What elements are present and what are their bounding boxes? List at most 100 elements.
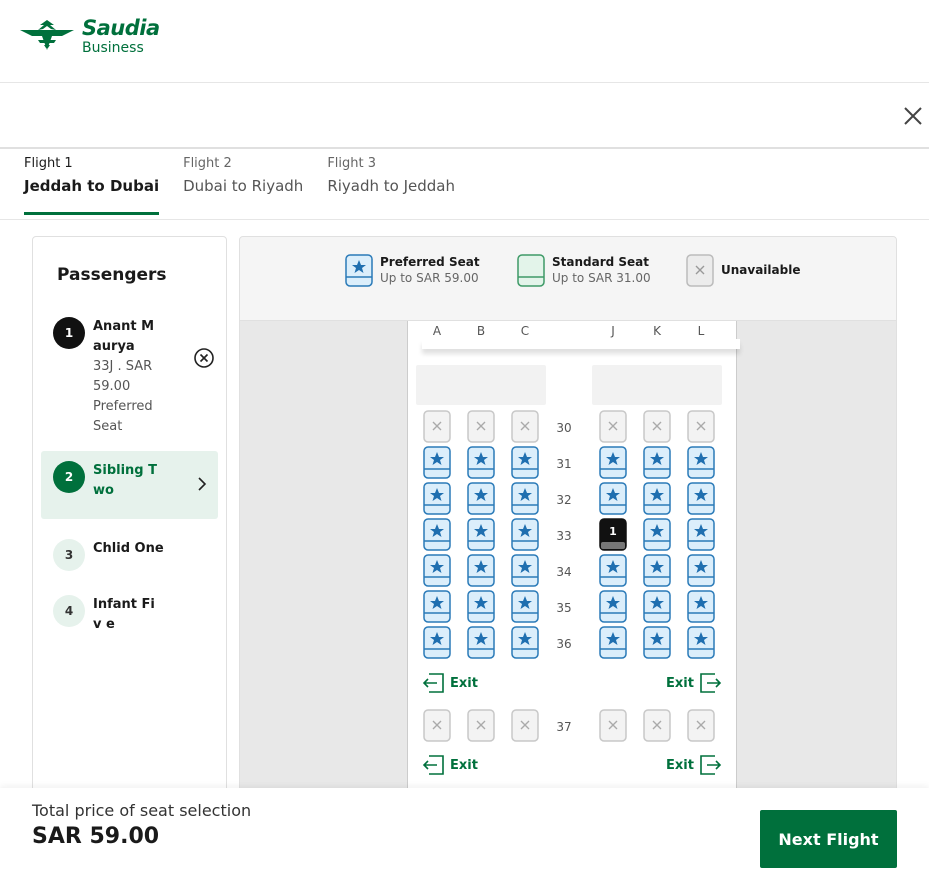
seat-32c[interactable] — [511, 482, 539, 515]
exit-left: Exit — [422, 755, 484, 775]
total-price-value: SAR 59.00 — [32, 824, 160, 849]
passengers-title: Passengers — [57, 265, 167, 285]
passenger-number-badge: 2 — [53, 461, 85, 493]
tab-flight-number: Flight 2 — [183, 156, 232, 171]
tab-flight-1[interactable]: Flight 1 Jeddah to Dubai — [24, 154, 160, 215]
seat-37l — [687, 709, 715, 742]
exit-label: Exit — [666, 757, 694, 773]
seat-30a — [423, 410, 451, 443]
seat-35c[interactable] — [511, 590, 539, 623]
seat-column-a: A — [432, 324, 442, 338]
seat-32b[interactable] — [467, 482, 495, 515]
footer: Total price of seat selection SAR 59.00 … — [0, 788, 929, 873]
seat-32a[interactable] — [423, 482, 451, 515]
passenger-seat-detail: 33J . SAR 59.00 Preferred Seat — [93, 359, 153, 434]
galley-left — [416, 365, 546, 405]
seat-30l — [687, 410, 715, 443]
exit-right: Exit — [660, 673, 722, 693]
tab-flight-route: Riyadh to Jeddah — [327, 177, 456, 195]
exit-right-icon — [700, 755, 722, 775]
seat-31a[interactable] — [423, 446, 451, 479]
close-icon[interactable] — [899, 102, 927, 130]
seat-36b[interactable] — [467, 626, 495, 659]
row-number: 34 — [556, 565, 572, 579]
seat-33c[interactable] — [511, 518, 539, 551]
seat-33j[interactable]: 1 — [599, 518, 627, 551]
passenger-1[interactable]: 1 Anant M aurya 33J . SAR 59.00 Preferre… — [41, 307, 218, 447]
seat-35j[interactable] — [599, 590, 627, 623]
seat-37a — [423, 709, 451, 742]
passenger-name: Chlid One — [93, 541, 164, 556]
seat-36c[interactable] — [511, 626, 539, 659]
passenger-name: Anant M aurya — [93, 319, 155, 354]
row-number: 30 — [556, 421, 572, 435]
seat-legend: Preferred Seat Up to SAR 59.00 Standard … — [240, 237, 896, 321]
passenger-4[interactable]: 4 Infant Fiv e — [41, 585, 218, 645]
seat-34l[interactable] — [687, 554, 715, 587]
seat-map-cabin: A B C J K L 30 31 32 1 33 34 35 36 37 Exit Exit Exit Exit — [407, 321, 740, 795]
saudia-logo[interactable]: Saudia Business — [18, 16, 160, 56]
exit-left-icon — [422, 673, 444, 693]
tab-flight-3[interactable]: Flight 3 Riyadh to Jeddah — [327, 154, 455, 215]
seat-column-c: C — [520, 324, 530, 338]
tab-flight-number: Flight 3 — [327, 156, 377, 171]
seat-32l[interactable] — [687, 482, 715, 515]
cabin-bulkhead — [422, 339, 740, 349]
seat-column-j: J — [611, 324, 615, 338]
tab-flight-route: Dubai to Riyadh — [183, 177, 304, 195]
row-number: 37 — [556, 720, 572, 734]
passenger-2[interactable]: 2 Sibling T wo — [41, 451, 218, 519]
seat-34b[interactable] — [467, 554, 495, 587]
row-number: 35 — [556, 601, 572, 615]
seat-36k[interactable] — [643, 626, 671, 659]
passenger-3[interactable]: 3 Chlid One — [41, 529, 218, 581]
passenger-name: Infant Fiv e — [93, 597, 155, 632]
remove-seat-icon[interactable] — [193, 347, 215, 369]
seat-34a[interactable] — [423, 554, 451, 587]
seat-35a[interactable] — [423, 590, 451, 623]
seat-map-panel: Preferred Seat Up to SAR 59.00 Standard … — [239, 236, 897, 796]
next-flight-button[interactable]: Next Flight — [760, 810, 897, 868]
seat-34c[interactable] — [511, 554, 539, 587]
passenger-number-badge: 1 — [53, 317, 85, 349]
passenger-number-badge: 3 — [53, 539, 85, 571]
seat-32j[interactable] — [599, 482, 627, 515]
seat-36l[interactable] — [687, 626, 715, 659]
seat-37c — [511, 709, 539, 742]
seat-30j — [599, 410, 627, 443]
tab-flight-2[interactable]: Flight 2 Dubai to Riyadh — [183, 154, 303, 215]
seat-31l[interactable] — [687, 446, 715, 479]
seat-34k[interactable] — [643, 554, 671, 587]
total-price-label: Total price of seat selection — [32, 801, 252, 820]
seat-33b[interactable] — [467, 518, 495, 551]
seat-35k[interactable] — [643, 590, 671, 623]
seat-33a[interactable] — [423, 518, 451, 551]
header: Saudia Business — [0, 0, 929, 83]
tabs-divider — [0, 219, 929, 220]
seat-35b[interactable] — [467, 590, 495, 623]
saudia-palm-icon — [20, 20, 74, 50]
seat-30k — [643, 410, 671, 443]
seat-31b[interactable] — [467, 446, 495, 479]
seat-36a[interactable] — [423, 626, 451, 659]
legend-preferred: Preferred Seat Up to SAR 59.00 — [345, 254, 480, 287]
seat-36j[interactable] — [599, 626, 627, 659]
seat-35l[interactable] — [687, 590, 715, 623]
passengers-panel: Passengers 1 Anant M aurya 33J . SAR 59.… — [32, 236, 227, 796]
chevron-right-icon — [198, 477, 207, 491]
seat-30b — [467, 410, 495, 443]
tab-flight-number: Flight 1 — [24, 156, 73, 171]
seat-31j[interactable] — [599, 446, 627, 479]
exit-label: Exit — [450, 675, 478, 691]
exit-label: Exit — [450, 757, 478, 773]
seat-33l[interactable] — [687, 518, 715, 551]
seat-31c[interactable] — [511, 446, 539, 479]
standard-seat-icon — [517, 254, 545, 287]
legend-name: Standard Seat — [552, 255, 650, 269]
seat-32k[interactable] — [643, 482, 671, 515]
exit-right: Exit — [660, 755, 722, 775]
seat-31k[interactable] — [643, 446, 671, 479]
seat-33k[interactable] — [643, 518, 671, 551]
passenger-number-badge: 4 — [53, 595, 85, 627]
seat-34j[interactable] — [599, 554, 627, 587]
